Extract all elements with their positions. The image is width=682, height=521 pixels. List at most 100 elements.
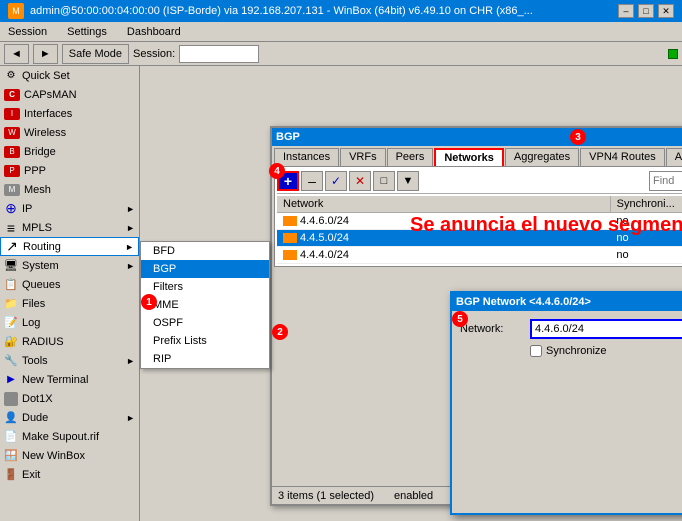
maximize-btn[interactable]: □ bbox=[638, 4, 654, 18]
session-input[interactable] bbox=[179, 45, 259, 63]
tab-advertisements[interactable]: Advertisements bbox=[666, 148, 682, 166]
sidebar-item-mesh[interactable]: M Mesh bbox=[0, 180, 139, 199]
sidebar-item-new-terminal[interactable]: ▶ New Terminal bbox=[0, 370, 139, 389]
sidebar-label-dot1x: Dot1X bbox=[22, 393, 53, 405]
spanish-annotation: Se anuncia el nuevo segmento bbox=[410, 214, 682, 237]
back-btn[interactable]: ◄ bbox=[4, 44, 29, 64]
sidebar-label-system: System bbox=[22, 260, 59, 272]
tab-peers[interactable]: Peers bbox=[387, 148, 434, 166]
table-header: Network Synchroni... bbox=[277, 196, 682, 213]
sidebar-item-system[interactable]: 🖥 System ► bbox=[0, 256, 139, 275]
sidebar-label-routing: Routing bbox=[23, 241, 61, 253]
copy-toolbar-btn[interactable]: □ bbox=[373, 171, 395, 191]
main-toolbar: ◄ ► Safe Mode Session: bbox=[0, 42, 682, 66]
title-bar: M admin@50:00:00:04:00:00 (ISP-Borde) vi… bbox=[0, 0, 682, 22]
routing-submenu: BFD BGP Filters MME OSPF Prefix Lists RI… bbox=[140, 241, 270, 369]
sidebar-item-quick-set[interactable]: ⚙ Quick Set bbox=[0, 66, 139, 85]
sidebar-item-radius[interactable]: 🔐 RADIUS bbox=[0, 332, 139, 351]
menu-bar: Session Settings Dashboard bbox=[0, 22, 682, 42]
sidebar-label-queues: Queues bbox=[22, 279, 61, 291]
bgp-title: BGP bbox=[276, 131, 300, 143]
sidebar-item-bridge[interactable]: B Bridge bbox=[0, 142, 139, 161]
sidebar-item-routing[interactable]: ↗ Routing ► bbox=[0, 237, 139, 256]
menu-dashboard[interactable]: Dashboard bbox=[123, 25, 185, 39]
sidebar-item-interfaces[interactable]: I Interfaces bbox=[0, 104, 139, 123]
sidebar-label-make-supout: Make Supout.rif bbox=[22, 431, 99, 443]
bgp-enabled-status: enabled bbox=[394, 490, 433, 502]
sidebar-item-dot1x[interactable]: Dot1X bbox=[0, 389, 139, 408]
submenu-filters[interactable]: Filters bbox=[141, 278, 269, 296]
safe-mode-btn[interactable]: Safe Mode bbox=[62, 44, 129, 64]
check-btn[interactable]: ✓ bbox=[325, 171, 347, 191]
tab-instances[interactable]: Instances bbox=[274, 148, 339, 166]
sidebar-item-new-winbox[interactable]: 🪟 New WinBox bbox=[0, 446, 139, 465]
sidebar-item-tools[interactable]: 🔧 Tools ► bbox=[0, 351, 139, 370]
submenu-mme[interactable]: MME bbox=[141, 296, 269, 314]
row3-sync: no bbox=[610, 247, 682, 263]
sidebar-item-make-supout[interactable]: 📄 Make Supout.rif bbox=[0, 427, 139, 446]
submenu-bfd[interactable]: BFD bbox=[141, 242, 269, 260]
sidebar-item-ip[interactable]: ⊕ IP ► bbox=[0, 199, 139, 218]
tab-networks[interactable]: Networks bbox=[434, 148, 504, 166]
sidebar-item-capsman[interactable]: C CAPsMAN bbox=[0, 85, 139, 104]
remove-network-btn[interactable]: – bbox=[301, 171, 323, 191]
sidebar-label-ip: IP bbox=[22, 203, 32, 215]
log-icon: 📝 bbox=[4, 316, 18, 330]
title-bar-text: admin@50:00:00:04:00:00 (ISP-Borde) via … bbox=[30, 5, 533, 17]
new-terminal-icon: ▶ bbox=[4, 373, 18, 387]
sidebar-item-queues[interactable]: 📋 Queues bbox=[0, 275, 139, 294]
sidebar-item-dude[interactable]: 👤 Dude ► bbox=[0, 408, 139, 427]
capsman-icon: C bbox=[4, 89, 20, 101]
sidebar-label-exit: Exit bbox=[22, 469, 40, 481]
row1-network-icon bbox=[283, 216, 297, 226]
sidebar-item-ppp[interactable]: P PPP bbox=[0, 161, 139, 180]
label-2: 2 bbox=[272, 324, 288, 340]
cross-btn[interactable]: ✕ bbox=[349, 171, 371, 191]
menu-settings[interactable]: Settings bbox=[63, 25, 111, 39]
sidebar-label-mesh: Mesh bbox=[24, 184, 51, 196]
row3-network-icon bbox=[283, 250, 297, 260]
new-winbox-icon: 🪟 bbox=[4, 449, 18, 463]
ip-arrow: ► bbox=[126, 204, 135, 214]
tab-aggregates[interactable]: Aggregates bbox=[505, 148, 579, 166]
app-icon: M bbox=[8, 3, 24, 19]
routing-arrow: ► bbox=[125, 242, 134, 252]
quick-set-icon: ⚙ bbox=[4, 69, 18, 83]
close-btn[interactable]: ✕ bbox=[658, 4, 674, 18]
forward-btn[interactable]: ► bbox=[33, 44, 58, 64]
tab-vrfs[interactable]: VRFs bbox=[340, 148, 386, 166]
network-input[interactable] bbox=[530, 319, 682, 339]
col-network: Network bbox=[277, 196, 611, 212]
network-label: Network: bbox=[460, 323, 530, 335]
files-icon: 📁 bbox=[4, 297, 18, 311]
filter-btn[interactable]: ▼ bbox=[397, 171, 419, 191]
tab-vpn4-routes[interactable]: VPN4 Routes bbox=[580, 148, 665, 166]
tools-arrow: ► bbox=[126, 356, 135, 366]
bgp-net-title: BGP Network <4.4.6.0/24> bbox=[456, 296, 591, 308]
submenu-rip[interactable]: RIP bbox=[141, 350, 269, 368]
sidebar-item-exit[interactable]: 🚪 Exit bbox=[0, 465, 139, 484]
bgp-titlebar: BGP – □ ✕ bbox=[272, 128, 682, 146]
sidebar-item-files[interactable]: 📁 Files bbox=[0, 294, 139, 313]
sidebar-label-wireless: Wireless bbox=[24, 127, 66, 139]
sidebar-label-bridge: Bridge bbox=[24, 146, 56, 158]
synchronize-checkbox[interactable] bbox=[530, 345, 542, 357]
submenu-bgp[interactable]: BGP bbox=[141, 260, 269, 278]
ppp-icon: P bbox=[4, 165, 20, 177]
sidebar-item-log[interactable]: 📝 Log bbox=[0, 313, 139, 332]
table-row[interactable]: 4.4.4.0/24 no bbox=[277, 247, 682, 264]
submenu-ospf[interactable]: OSPF bbox=[141, 314, 269, 332]
sidebar-label-ppp: PPP bbox=[24, 165, 46, 177]
sidebar-label-files: Files bbox=[22, 298, 45, 310]
system-arrow: ► bbox=[126, 261, 135, 271]
sidebar-label-quick-set: Quick Set bbox=[22, 70, 70, 82]
dialog-fields: 5 Network: Synchronize bbox=[460, 319, 682, 505]
minimize-btn[interactable]: – bbox=[618, 4, 634, 18]
dude-icon: 👤 bbox=[4, 411, 18, 425]
sidebar-item-mpls[interactable]: ≡ MPLS ► bbox=[0, 218, 139, 237]
sidebar-item-wireless[interactable]: W Wireless bbox=[0, 123, 139, 142]
search-input[interactable] bbox=[649, 171, 682, 191]
submenu-prefix-lists[interactable]: Prefix Lists bbox=[141, 332, 269, 350]
window-controls: – □ ✕ bbox=[618, 4, 674, 18]
menu-session[interactable]: Session bbox=[4, 25, 51, 39]
